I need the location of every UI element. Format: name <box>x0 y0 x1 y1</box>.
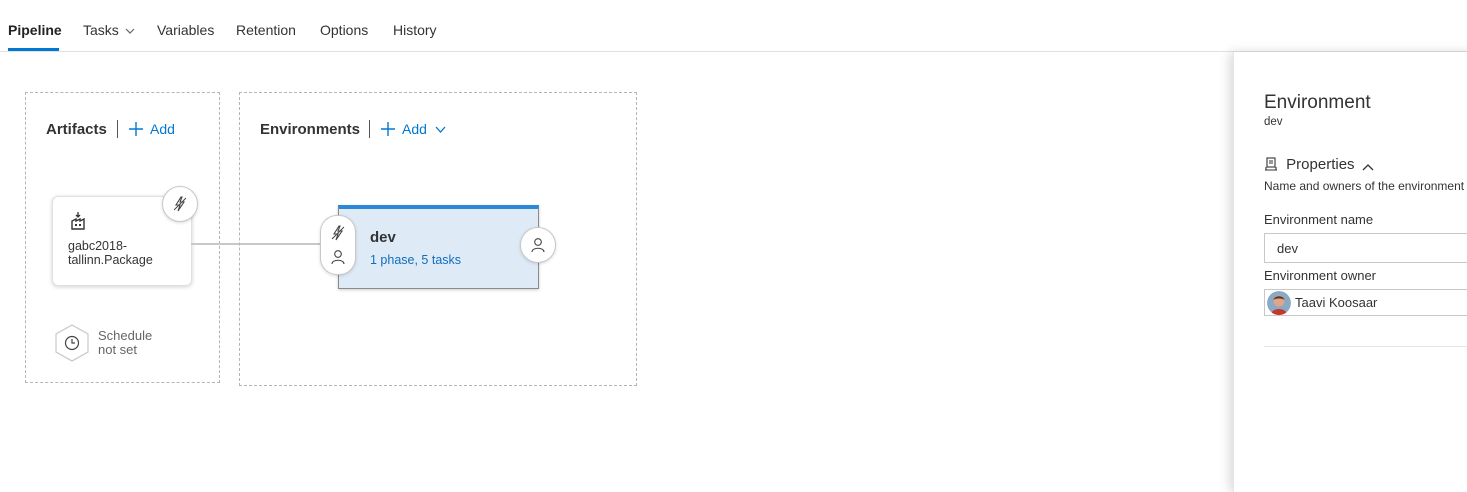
avatar <box>1267 291 1291 315</box>
tab-options[interactable]: Options <box>320 22 368 38</box>
plus-icon <box>381 122 395 136</box>
tab-tasks-label: Tasks <box>83 22 119 38</box>
properties-icon <box>1265 157 1277 171</box>
panel-title: Environment <box>1264 92 1371 113</box>
add-artifact-label: Add <box>150 121 175 137</box>
owner-name: Taavi Koosaar <box>1295 295 1378 310</box>
tab-history[interactable]: History <box>393 22 437 38</box>
properties-section-toggle[interactable]: Properties <box>1264 156 1374 173</box>
post-deployment-approvals-button[interactable] <box>520 227 556 263</box>
environment-name-label: Environment name <box>1264 212 1374 227</box>
environment-name-field[interactable] <box>1264 233 1467 263</box>
artifact-name: gabc2018-tallinn.Package <box>68 239 153 267</box>
tab-pipeline[interactable]: Pipeline <box>8 22 62 38</box>
continuous-deployment-trigger-button[interactable] <box>162 186 198 222</box>
divider <box>117 120 118 138</box>
environment-owner-label: Environment owner <box>1264 268 1376 283</box>
tab-tasks[interactable]: Tasks <box>83 22 135 38</box>
lightning-icon[interactable] <box>330 225 346 241</box>
chevron-down-icon <box>125 28 135 35</box>
active-tab-indicator <box>8 48 59 51</box>
schedule-line1: Schedule <box>98 328 153 343</box>
lightning-icon <box>173 196 187 212</box>
environment-owner-picker[interactable]: Taavi Koosaar <box>1264 289 1467 316</box>
divider <box>369 120 370 138</box>
add-environment-label: Add <box>402 121 427 137</box>
tab-bar: Pipeline Tasks Variables Retention Optio… <box>0 0 1467 52</box>
properties-description: Name and owners of the environment <box>1264 179 1465 193</box>
schedule-line2: not set <box>98 342 138 357</box>
environments-title: Environments <box>260 121 361 138</box>
environment-name: dev <box>370 229 396 246</box>
panel-subtitle: dev <box>1264 116 1283 128</box>
environment-card-dev[interactable]: dev 1 phase, 5 tasks <box>338 205 539 289</box>
properties-label: Properties <box>1286 156 1355 173</box>
schedule-status[interactable]: Schedule not set <box>98 329 152 357</box>
tab-retention[interactable]: Retention <box>236 22 296 38</box>
pre-deployment-conditions[interactable] <box>320 215 356 275</box>
plus-icon <box>129 122 143 136</box>
environment-summary-link[interactable]: 1 phase, 5 tasks <box>370 253 461 267</box>
schedule-clock-icon[interactable] <box>54 324 90 362</box>
divider <box>1264 346 1467 347</box>
add-artifact-button[interactable]: Add <box>128 121 175 137</box>
build-artifact-icon <box>71 212 85 230</box>
chevron-down-icon <box>435 126 446 133</box>
person-icon[interactable] <box>330 249 346 265</box>
artifacts-title: Artifacts <box>46 121 107 138</box>
person-icon <box>531 238 545 253</box>
add-environment-button[interactable]: Add <box>380 121 452 137</box>
tab-variables[interactable]: Variables <box>157 22 214 38</box>
environment-details-panel: Environment dev Properties Name and owne… <box>1233 52 1467 492</box>
chevron-up-icon <box>1362 164 1374 171</box>
